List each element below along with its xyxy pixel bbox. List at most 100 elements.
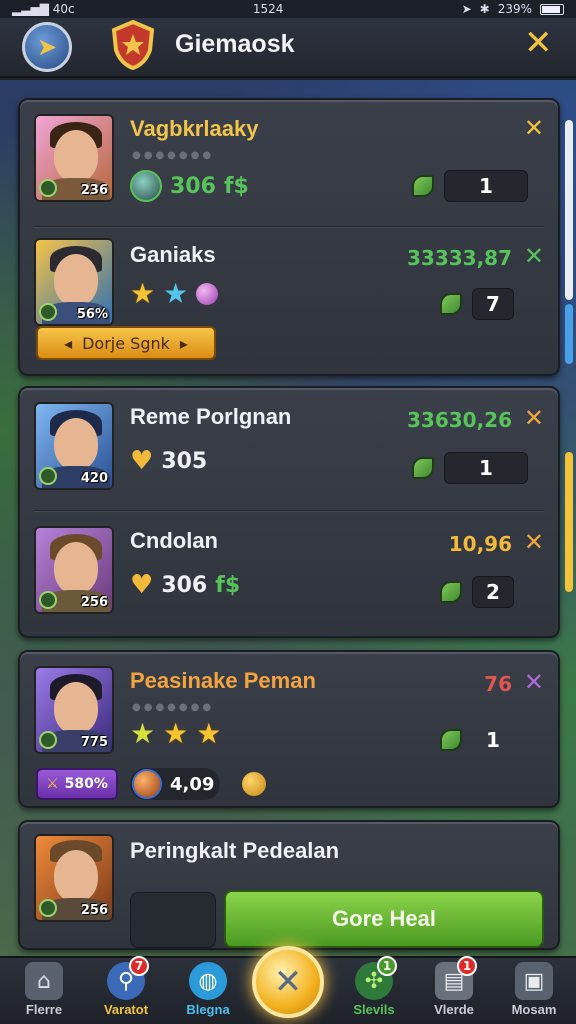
action-button[interactable]: ◂ Dorje Sgnk ▸ [36, 326, 216, 360]
resource-row: 2 [440, 576, 514, 608]
hero-value: 33333,87 [406, 246, 512, 270]
arrow-icon: ➤ [36, 33, 58, 61]
list-item[interactable]: 236 Vagbkrlaaky ●●●●●●● 306 f$ ✕ 1 [20, 112, 558, 222]
gem-icon [196, 283, 219, 305]
hero-stars: ★ ★ [130, 277, 219, 310]
list-item[interactable]: 256 Peringkalt Pedealan Gore Heal [20, 832, 558, 950]
back-badge-button[interactable]: ➤ [22, 22, 72, 72]
hero-level: 775 [80, 735, 108, 750]
resource-count: 1 [444, 452, 528, 484]
location-icon: ➤ [461, 2, 472, 16]
rating-dots: ●●●●●●● [132, 150, 215, 161]
panel-1: 236 Vagbkrlaaky ●●●●●●● 306 f$ ✕ 1 56% G… [18, 98, 560, 376]
hero-stat: ♥ 305 [130, 446, 207, 476]
hero-name: Peasinake Peman [130, 668, 316, 693]
status-bar: ▂▃▅▇ 40c 1524 ➤ ✱ 239% [0, 0, 576, 18]
resource-row: 1 [412, 170, 528, 202]
nav-item-skills[interactable]: ✣ 1 Slevils [334, 956, 414, 1017]
xp-badge: ⚔ 580% [36, 768, 118, 800]
star-icon: ★ [163, 277, 189, 310]
hero-portrait: 256 [34, 834, 114, 922]
nav-item-box[interactable]: ▣ Mosam [494, 962, 574, 1017]
hero-name: Ganiaks [130, 242, 216, 267]
hero-portrait: 56% [34, 238, 114, 326]
leaf-icon [440, 729, 462, 751]
hero-level: 420 [80, 471, 108, 486]
stat-value: 306 [170, 173, 216, 199]
coin-icon [242, 772, 266, 796]
skills-icon: ✣ 1 [355, 956, 397, 1000]
empty-slot[interactable] [130, 892, 216, 948]
hero-portrait: 420 [34, 402, 114, 490]
carrier-signal: ▂▃▅▇ 40c [12, 2, 75, 16]
stat-value: 305 [161, 448, 208, 474]
home-icon: ⌂ [25, 962, 63, 1000]
stat-value: 306 [161, 572, 208, 598]
rating-dots: ●●●●●●● [132, 702, 215, 713]
resource-count: 2 [472, 576, 514, 608]
resource-count: 1 [444, 170, 528, 202]
arrow-left-icon: ◂ [64, 333, 73, 353]
star-icon: ★ [130, 717, 156, 750]
search-icon: ⚲ 7 [107, 956, 149, 1000]
list-item[interactable]: 420 Reme Porlgnan 33630,26 ✕ ♥ 305 1 [20, 400, 558, 506]
leaf-icon [440, 581, 462, 603]
arrow-right-icon: ▸ [179, 333, 188, 353]
resource-row: 7 [440, 288, 514, 320]
nav-label: Blegna [186, 1002, 230, 1017]
notification-badge: 7 [129, 956, 149, 976]
page-title: Giemaosk [175, 30, 295, 58]
hero-portrait: 775 [34, 666, 114, 754]
stat-suffix: f$ [223, 173, 249, 199]
orb-counter: 4,09 [130, 768, 220, 800]
scrollbar[interactable] [565, 120, 573, 940]
dismiss-button[interactable]: ✕ [524, 670, 544, 694]
hero-value: 33630,26 [406, 408, 512, 432]
nav-label: Flerre [25, 1002, 63, 1017]
hero-stat: 306 f$ [130, 170, 249, 202]
hero-level: 56% [76, 307, 108, 322]
heart-icon: ♥ [130, 570, 154, 600]
nav-label: Varatot [103, 1002, 149, 1017]
notification-badge: 1 [377, 956, 397, 976]
list-item[interactable]: 56% Ganiaks 33333,87 ✕ ★ ★ 7 ◂ Dorje Sgn… [20, 238, 558, 368]
center-battle-button[interactable]: ✕ [252, 946, 324, 1018]
crossed-swords-icon: ✕ [273, 962, 303, 1002]
dismiss-button[interactable]: ✕ [524, 244, 544, 268]
top-header: ➤ Giemaosk ✕ [0, 18, 576, 78]
bluetooth-icon: ✱ [479, 2, 490, 16]
globe-icon: ◍ [189, 962, 227, 1000]
resource-count: 1 [486, 728, 500, 752]
list-item[interactable]: 775 Peasinake Peman 76 ✕ ●●●●●●● ★ ★ ★ 1… [20, 664, 558, 804]
battery-icon [540, 3, 564, 15]
action-label: Dorje Sgnk [82, 333, 170, 353]
hero-portrait: 236 [34, 114, 114, 202]
orb-value: 4,09 [170, 773, 215, 795]
nav-item-search[interactable]: ⚲ 7 Varatot [86, 956, 166, 1017]
list-item[interactable]: 256 Cndolan 10,96 ✕ ♥ 306 f$ 2 [20, 524, 558, 630]
resource-row: 1 [440, 724, 514, 756]
clock: 1524 [252, 2, 284, 16]
scroll-icon: ▤ 1 [435, 956, 477, 1000]
dismiss-button[interactable]: ✕ [524, 116, 544, 140]
battery-percent: 239% [497, 2, 532, 16]
hero-level: 236 [80, 183, 108, 198]
heal-button[interactable]: Gore Heal [224, 890, 544, 948]
nav-item-scroll[interactable]: ▤ 1 Vlerde [414, 956, 494, 1017]
leaf-icon [440, 293, 462, 315]
hero-level: 256 [80, 595, 108, 610]
nav-item-home[interactable]: ⌂ Flerre [4, 962, 84, 1017]
box-icon: ▣ [515, 962, 553, 1000]
star-icon: ★ [196, 717, 222, 750]
close-button[interactable]: ✕ [524, 26, 553, 60]
dismiss-button[interactable]: ✕ [524, 530, 544, 554]
hero-level: 256 [80, 903, 108, 918]
hero-portrait: 256 [34, 526, 114, 614]
heart-icon: ♥ [130, 446, 154, 476]
nav-item-globe[interactable]: ◍ Blegna [168, 962, 248, 1017]
panel-2: 420 Reme Porlgnan 33630,26 ✕ ♥ 305 1 256… [18, 386, 560, 638]
dismiss-button[interactable]: ✕ [524, 406, 544, 430]
hero-name: Cndolan [130, 528, 218, 553]
nav-label: Mosam [511, 1002, 557, 1017]
hero-name: Peringkalt Pedealan [130, 838, 340, 863]
